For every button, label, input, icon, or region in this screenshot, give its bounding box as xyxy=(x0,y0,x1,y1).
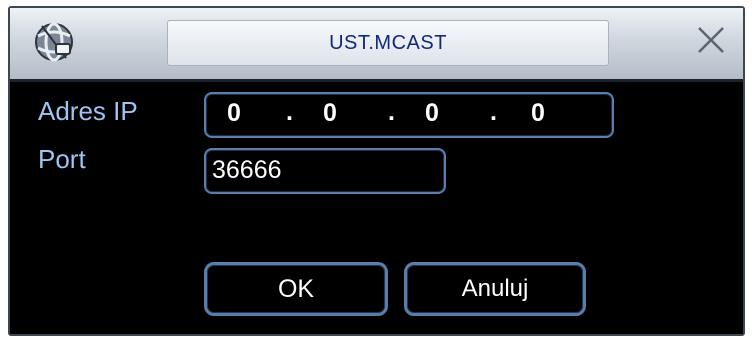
cancel-button[interactable]: Anuluj xyxy=(404,262,586,316)
port-input[interactable]: 36666 xyxy=(204,148,446,194)
ip-separator: . xyxy=(490,98,497,126)
multicast-dialog: UST.MCAST Adres IP 0 . 0 . 0 . 0 Port 36… xyxy=(8,6,745,336)
ok-button[interactable]: OK xyxy=(204,262,388,316)
ip-octet-1[interactable]: 0 xyxy=(220,99,248,128)
port-value: 36666 xyxy=(212,156,282,184)
port-label: Port xyxy=(38,144,86,174)
title-bar: UST.MCAST xyxy=(10,8,743,82)
ip-octet-2[interactable]: 0 xyxy=(316,99,344,128)
dialog-title: UST.MCAST xyxy=(167,20,609,66)
ip-octet-3[interactable]: 0 xyxy=(418,99,446,128)
ip-separator: . xyxy=(388,98,395,126)
app-globe-icon xyxy=(30,18,78,66)
ip-address-label: Adres IP xyxy=(38,96,138,126)
dialog-body: Adres IP 0 . 0 . 0 . 0 Port 36666 OK Anu… xyxy=(10,82,743,334)
ip-octet-4[interactable]: 0 xyxy=(524,99,552,128)
ip-address-input[interactable]: 0 . 0 . 0 . 0 xyxy=(204,92,614,138)
close-icon[interactable] xyxy=(693,22,729,58)
ip-separator: . xyxy=(286,98,293,126)
